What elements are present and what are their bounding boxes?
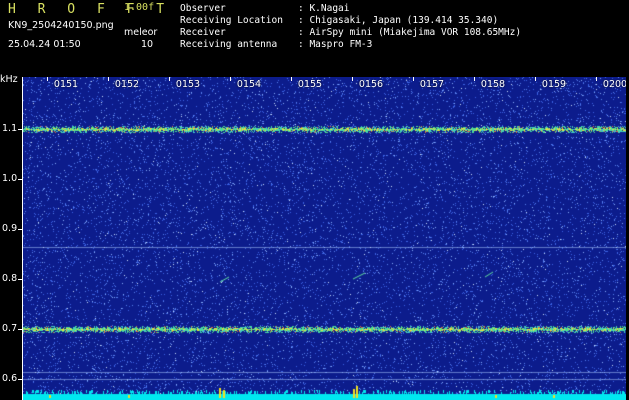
x-tick-label: 0154	[236, 79, 262, 90]
observer-value: : K.Nagai	[298, 3, 350, 14]
x-tick-label: 0157	[419, 79, 445, 90]
x-tick	[291, 77, 292, 81]
x-tick-label: 0158	[480, 79, 506, 90]
location-value: : Chigasaki, Japan (139.414 35.340)	[298, 15, 499, 26]
spectrogram-plot: 0151 0152 0153 0154 0155 0156 0157 0158 0159 0200	[22, 77, 626, 400]
x-tick-label: 0153	[175, 79, 201, 90]
file-name: KN9_2504240150.png	[8, 20, 114, 31]
y-tick-label: 0.6	[2, 373, 18, 384]
y-tick-label: 1.0	[2, 173, 18, 184]
x-tick-label: 0151	[53, 79, 79, 90]
location-label: Receiving Location	[180, 15, 283, 26]
y-tick-label: 1.1	[2, 123, 18, 134]
mode-label: meleor	[124, 27, 158, 38]
x-tick	[169, 77, 170, 81]
x-tick-label: 0155	[297, 79, 323, 90]
y-tick-label: 0.8	[2, 273, 18, 284]
x-tick	[230, 77, 231, 81]
x-tick-label: 0156	[358, 79, 384, 90]
y-unit-label: kHz	[0, 74, 18, 85]
receiver-value: : AirSpy mini (Miakejima VOR 108.65MHz)	[298, 27, 522, 38]
x-tick	[535, 77, 536, 81]
y-tick-label: 0.9	[2, 223, 18, 234]
antenna-label: Receiving antenna	[180, 39, 278, 50]
x-tick	[352, 77, 353, 81]
header-panel: H R O F F T 1.00f KN9_2504240150.png 25.…	[0, 0, 629, 75]
x-tick	[108, 77, 109, 81]
x-tick	[474, 77, 475, 81]
antenna-value: : Maspro FM-3	[298, 39, 373, 50]
y-tick-label: 0.7	[2, 323, 18, 334]
x-tick-label: 0152	[114, 79, 140, 90]
x-tick-label: 0159	[541, 79, 567, 90]
x-tick	[47, 77, 48, 81]
date-time: 25.04.24 01:50	[8, 39, 81, 50]
spectrogram-canvas	[23, 77, 626, 400]
receiver-label: Receiver	[180, 27, 226, 38]
app-version: 1.00f	[124, 2, 155, 13]
observer-label: Observer	[180, 3, 226, 14]
mode-value: 10	[141, 39, 154, 50]
x-tick-label: 0200	[602, 79, 626, 90]
x-tick	[413, 77, 414, 81]
x-tick	[596, 77, 597, 81]
